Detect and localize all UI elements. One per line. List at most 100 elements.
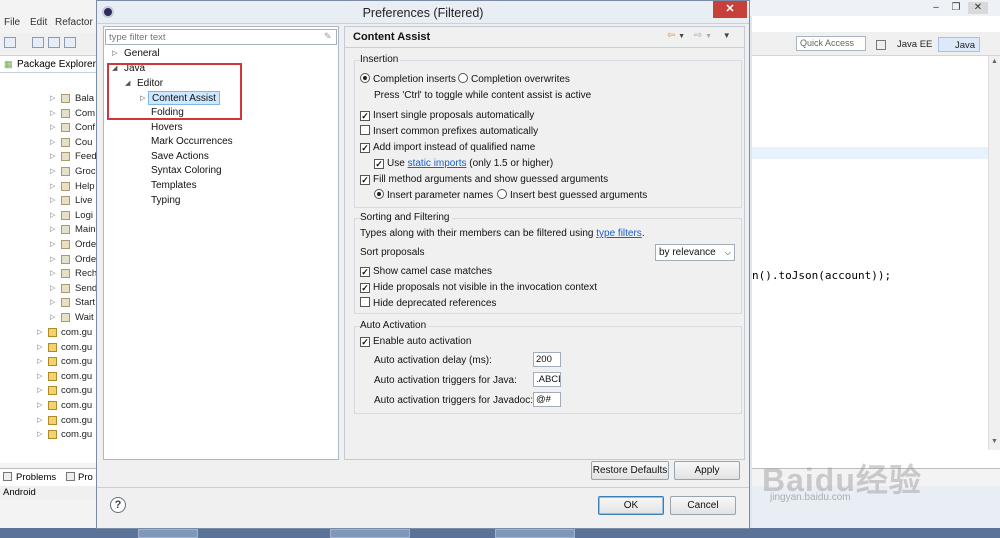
quick-access-input[interactable]: Quick Access [796, 36, 866, 51]
tree-item-hovers[interactable]: Hovers [151, 121, 183, 135]
package-tree-row[interactable]: ▷ com.gu [0, 341, 96, 355]
package-tree-row[interactable]: ▷ Send [0, 282, 96, 296]
package-tree-row[interactable]: ▷ Logi [0, 209, 96, 223]
expand-icon[interactable]: ▷ [50, 313, 55, 321]
open-perspective-icon[interactable] [876, 40, 886, 50]
expand-icon[interactable]: ▷ [37, 343, 42, 351]
expand-icon[interactable]: ▷ [50, 94, 55, 102]
expand-icon[interactable]: ▷ [50, 269, 55, 277]
expand-icon[interactable]: ▷ [50, 123, 55, 131]
expand-icon[interactable]: ▷ [37, 416, 42, 424]
expand-icon[interactable]: ▷ [37, 372, 42, 380]
forward-icon[interactable]: ⇨ [694, 30, 702, 41]
expand-icon[interactable]: ▷ [37, 357, 42, 365]
filter-input[interactable] [105, 29, 337, 45]
tree-item-general[interactable]: ▷ General [112, 47, 160, 61]
print-icon[interactable] [64, 37, 76, 48]
back-icon[interactable]: ⇦ [667, 30, 675, 41]
insert-param-names-radio[interactable]: Insert parameter names [374, 189, 493, 202]
fill-method-checkbox[interactable]: ✓ Fill method arguments and show guessed … [360, 173, 608, 186]
expand-icon[interactable]: ▷ [50, 284, 55, 292]
package-tree-row[interactable]: ▷ Start [0, 296, 96, 310]
new-icon[interactable] [4, 37, 16, 48]
taskbar-item[interactable] [495, 529, 575, 538]
package-tree-row[interactable]: ▷ com.gu [0, 370, 96, 384]
tree-item-save-actions[interactable]: Save Actions [151, 150, 209, 164]
expand-icon[interactable]: ▷ [50, 182, 55, 190]
menu-file[interactable]: File [4, 17, 20, 28]
editor-scrollbar[interactable]: ▲ ▼ [988, 56, 1000, 450]
ok-button[interactable]: OK [598, 496, 664, 515]
tree-item-typing[interactable]: Typing [151, 194, 180, 208]
package-tree-row[interactable]: ▷ Feed [0, 150, 96, 164]
tree-item-templates[interactable]: Templates [151, 179, 197, 193]
close-button[interactable]: ✕ [713, 1, 747, 18]
package-explorer-tab[interactable]: ▦ Package Explorer [0, 55, 96, 73]
completion-overwrites-radio[interactable]: Completion overwrites [458, 73, 570, 86]
expand-icon[interactable]: ▷ [50, 211, 55, 219]
expand-icon[interactable]: ▷ [50, 225, 55, 233]
cancel-button[interactable]: Cancel [670, 496, 736, 515]
editor-area[interactable] [752, 56, 988, 456]
package-tree-row[interactable]: ▷ com.gu [0, 355, 96, 369]
camel-case-checkbox[interactable]: ✓ Show camel case matches [360, 265, 492, 278]
forward-menu-icon[interactable]: ▼ [705, 33, 712, 40]
expand-icon[interactable]: ▷ [50, 167, 55, 175]
expand-icon[interactable]: ▷ [37, 401, 42, 409]
hide-not-visible-checkbox[interactable]: ✓ Hide proposals not visible in the invoc… [360, 281, 597, 294]
minimize-icon[interactable]: – [926, 2, 946, 14]
ide-close-icon[interactable]: ✕ [968, 2, 988, 14]
insert-single-checkbox[interactable]: ✓ Insert single proposals automatically [360, 109, 534, 122]
tab-problems[interactable]: Problems [16, 472, 56, 483]
expand-icon[interactable]: ▷ [50, 138, 55, 146]
package-tree-row[interactable]: ▷ Cou [0, 136, 96, 150]
expand-icon[interactable]: ▷ [37, 386, 42, 394]
title-bar[interactable]: Preferences (Filtered) ✕ [97, 1, 749, 24]
package-tree-row[interactable]: ▷ Bala [0, 92, 96, 106]
view-menu-icon[interactable]: ▼ [723, 31, 731, 40]
expand-icon[interactable]: ▷ [50, 196, 55, 204]
package-tree-row[interactable]: ▷ Com [0, 107, 96, 121]
package-tree-row[interactable]: ▷ com.gu [0, 414, 96, 428]
menu-edit[interactable]: Edit [30, 17, 47, 28]
expand-icon[interactable]: ▷ [112, 47, 122, 61]
delay-input[interactable]: 200 [533, 352, 561, 367]
javadoc-triggers-input[interactable]: @# [533, 392, 561, 407]
expand-icon[interactable]: ▷ [50, 255, 55, 263]
taskbar-item[interactable] [330, 529, 410, 538]
package-tree-row[interactable]: ▷ Live [0, 194, 96, 208]
package-tree-row[interactable]: ▷ Orde [0, 253, 96, 267]
expand-icon[interactable]: ▷ [37, 328, 42, 336]
sort-proposals-select[interactable]: by relevance ⌵ [655, 244, 735, 261]
expand-icon[interactable]: ▷ [50, 152, 55, 160]
package-tree-row[interactable]: ▷ Wait [0, 311, 96, 325]
package-tree-row[interactable]: ▷ Main [0, 223, 96, 237]
expand-icon[interactable]: ▷ [50, 298, 55, 306]
menu-refactor[interactable]: Refactor [55, 17, 93, 28]
expand-icon[interactable]: ▷ [50, 240, 55, 248]
help-icon[interactable]: ? [110, 497, 126, 513]
tree-item-mark-occurrences[interactable]: Mark Occurrences [151, 135, 233, 149]
package-tree-row[interactable]: ▷ Orde [0, 238, 96, 252]
insert-prefixes-checkbox[interactable]: Insert common prefixes automatically [360, 125, 538, 138]
scroll-down-icon[interactable]: ▼ [991, 438, 998, 445]
package-tree-row[interactable]: ▷ Help [0, 180, 96, 194]
tab-properties[interactable]: Pro [78, 472, 93, 483]
tree-item-syntax-coloring[interactable]: Syntax Coloring [151, 164, 222, 178]
restore-defaults-button[interactable]: Restore Defaults [591, 461, 669, 480]
save-all-icon[interactable] [48, 37, 60, 48]
scroll-up-icon[interactable]: ▲ [991, 58, 998, 65]
add-import-checkbox[interactable]: ✓ Add import instead of qualified name [360, 141, 535, 154]
back-menu-icon[interactable]: ▼ [678, 33, 685, 40]
package-tree-row[interactable]: ▷ Groc [0, 165, 96, 179]
taskbar-item[interactable] [138, 529, 198, 538]
hide-deprecated-checkbox[interactable]: Hide deprecated references [360, 297, 496, 310]
perspective-java[interactable]: Java [938, 37, 981, 52]
clear-filter-icon[interactable]: ✎ [324, 31, 334, 42]
package-tree-row[interactable]: ▷ com.gu [0, 326, 96, 340]
apply-button[interactable]: Apply [674, 461, 740, 480]
package-tree-row[interactable]: ▷ com.gu [0, 399, 96, 413]
package-tree-row[interactable]: ▷ com.gu [0, 384, 96, 398]
package-tree-row[interactable]: ▷ Rech [0, 267, 96, 281]
insert-best-guessed-radio[interactable]: Insert best guessed arguments [497, 189, 647, 202]
